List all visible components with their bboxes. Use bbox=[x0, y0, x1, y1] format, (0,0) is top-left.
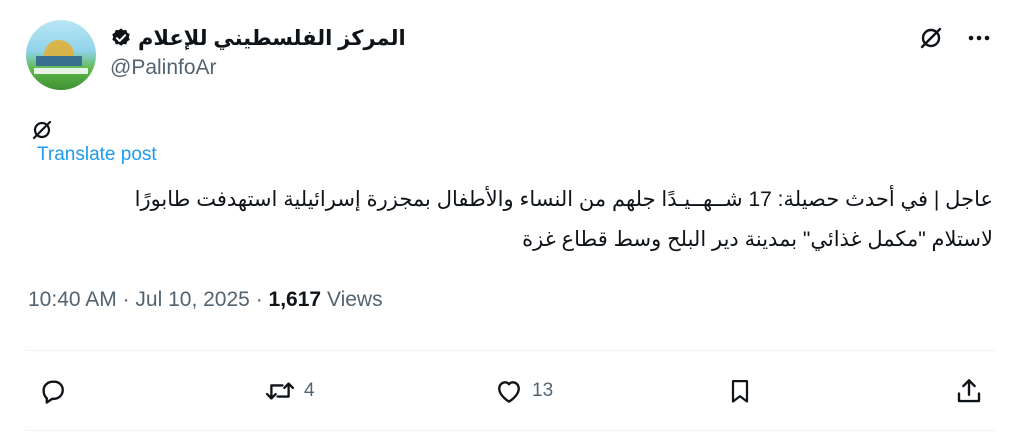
reply-button[interactable] bbox=[38, 376, 76, 406]
divider bbox=[26, 430, 996, 431]
post-text-line: لاستلام "مكمل غذائي" بمدينة دير البلح وس… bbox=[522, 228, 993, 251]
post-text-line: عاجل | في أحدث حصيلة: 17 شــهــيـدًا جله… bbox=[134, 188, 993, 211]
more-horizontal-icon bbox=[968, 35, 990, 41]
post-text: عاجل | في أحدث حصيلة: 17 شــهــيـدًا جله… bbox=[33, 180, 993, 260]
post-meta: 10:40 AM · Jul 10, 2025 · 1,617 Views bbox=[28, 288, 383, 312]
share-icon bbox=[957, 379, 981, 403]
like-button[interactable]: 13 bbox=[494, 376, 553, 406]
share-button[interactable] bbox=[954, 376, 984, 406]
header-actions bbox=[917, 24, 993, 52]
verified-badge-icon bbox=[112, 28, 130, 46]
avatar-dome-shape bbox=[44, 40, 74, 56]
bookmark-icon bbox=[731, 379, 749, 403]
more-button[interactable] bbox=[965, 24, 993, 52]
tweet: المركز الفلسطيني للإعلام @PalinfoAr Tran… bbox=[0, 0, 1023, 433]
heart-icon bbox=[498, 381, 520, 403]
post-date[interactable]: Jul 10, 2025 bbox=[135, 288, 249, 311]
avatar-band-shape bbox=[34, 68, 88, 74]
post-time[interactable]: 10:40 AM bbox=[28, 288, 117, 311]
divider bbox=[26, 350, 996, 351]
author-name-text: المركز الفلسطيني للإعلام bbox=[138, 26, 406, 50]
translate-post-link[interactable]: Translate post bbox=[37, 144, 157, 166]
views-count[interactable]: 1,617 bbox=[269, 288, 322, 311]
author-handle[interactable]: @PalinfoAr bbox=[110, 56, 217, 80]
repost-button[interactable]: 4 bbox=[264, 376, 315, 406]
like-count: 13 bbox=[532, 380, 554, 401]
repost-icon bbox=[265, 382, 295, 400]
grok-button[interactable] bbox=[917, 24, 945, 52]
bookmark-button[interactable] bbox=[726, 376, 762, 406]
reply-icon bbox=[42, 380, 64, 404]
views-label: Views bbox=[326, 288, 383, 311]
author-display-name[interactable]: المركز الفلسطيني للإعلام bbox=[110, 24, 406, 52]
action-bar: 4 13 bbox=[26, 368, 996, 414]
grok-icon bbox=[920, 27, 942, 49]
meta-separator: · bbox=[122, 288, 130, 311]
meta-separator: · bbox=[255, 288, 263, 311]
repost-count: 4 bbox=[304, 380, 315, 401]
avatar-building-shape bbox=[36, 56, 82, 66]
grok-translate-icon[interactable] bbox=[30, 118, 54, 142]
avatar[interactable] bbox=[26, 20, 96, 90]
